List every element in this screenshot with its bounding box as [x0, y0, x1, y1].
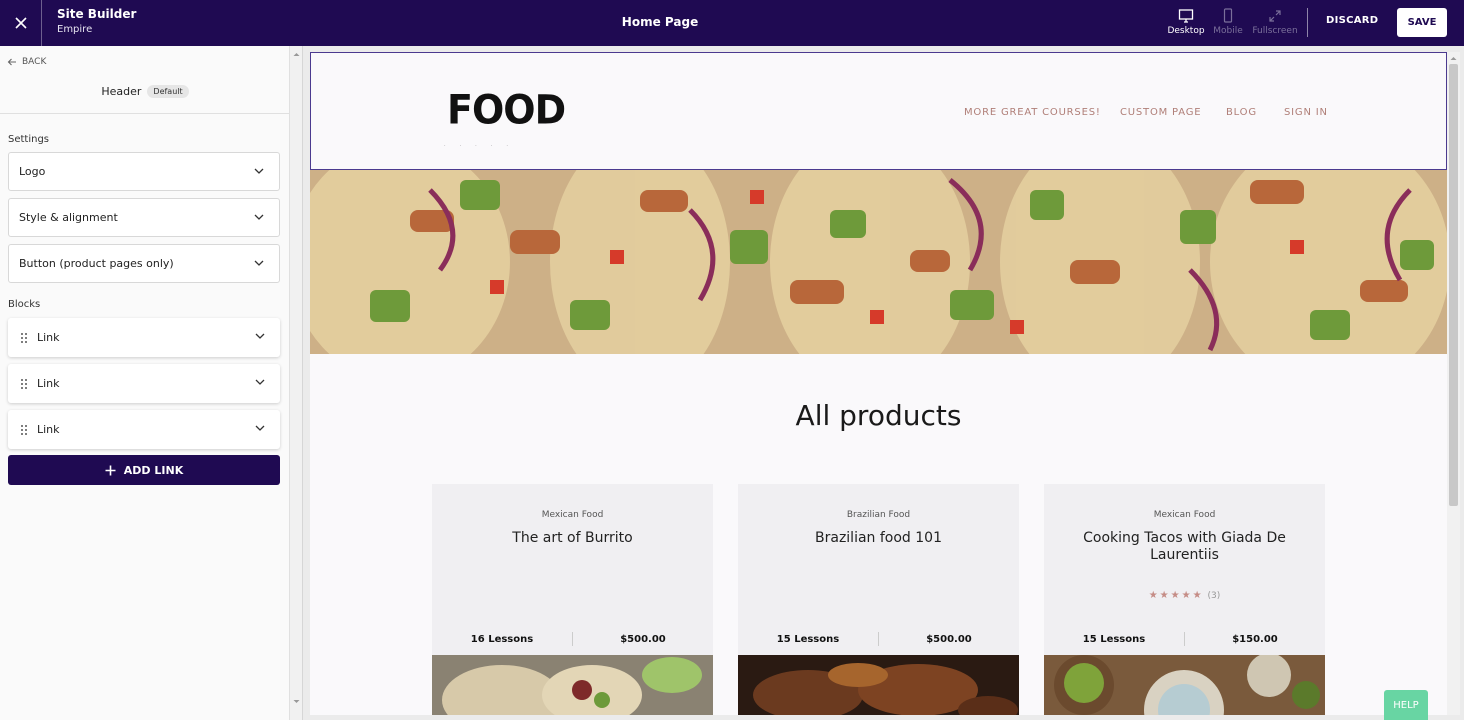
- view-fullscreen-button[interactable]: Fullscreen: [1250, 8, 1300, 36]
- chevron-down-icon: [255, 379, 265, 385]
- logo-accordion[interactable]: Logo: [8, 152, 280, 191]
- button-accordion[interactable]: Button (product pages only): [8, 244, 280, 283]
- logo-tagline-dots: ·····: [444, 143, 522, 149]
- block-label: Link: [37, 331, 60, 344]
- product-category: Mexican Food: [541, 510, 604, 520]
- rating-stars: ★★★★★ (3): [1044, 590, 1325, 601]
- scroll-down-icon[interactable]: [293, 698, 300, 705]
- view-fullscreen-label: Fullscreen: [1252, 26, 1298, 36]
- link-block[interactable]: Link: [8, 410, 280, 449]
- product-title[interactable]: Cooking Tacos with Giada De Laurentiis: [1064, 530, 1305, 564]
- link-block[interactable]: Link: [8, 318, 280, 357]
- block-label: Link: [37, 377, 60, 390]
- product-image[interactable]: [1044, 655, 1325, 715]
- scroll-up-icon[interactable]: [1450, 55, 1457, 62]
- chevron-down-icon: [254, 168, 264, 174]
- chevron-down-icon: [254, 214, 264, 220]
- drag-handle-icon[interactable]: [20, 378, 28, 390]
- topbar-divider: [1307, 8, 1308, 37]
- accordion-label: Style & alignment: [19, 211, 118, 224]
- accordion-label: Button (product pages only): [19, 257, 174, 270]
- product-title[interactable]: Brazilian food 101: [758, 530, 999, 547]
- product-price: $500.00: [620, 634, 666, 645]
- product-lessons: 15 Lessons: [1082, 634, 1146, 645]
- rating-count: (3): [1207, 591, 1221, 601]
- nav-link-custom-page[interactable]: CUSTOM PAGE: [1120, 107, 1201, 118]
- star-icons: ★★★★★: [1148, 590, 1204, 601]
- tacos-table-photo: [1044, 655, 1325, 715]
- help-button[interactable]: HELP: [1384, 690, 1428, 720]
- desktop-icon: [1178, 9, 1194, 23]
- mobile-icon: [1223, 8, 1233, 23]
- site-preview: FOOD ····· MORE GREAT COURSES! CUSTOM PA…: [310, 52, 1447, 715]
- nav-link-blog[interactable]: BLOG: [1226, 107, 1257, 118]
- sidebar-scrollbar[interactable]: [290, 46, 303, 720]
- hero-image: [310, 170, 1447, 354]
- product-card[interactable]: Brazilian Food Brazilian food 101 15 Les…: [738, 484, 1019, 715]
- view-mobile-button[interactable]: Mobile: [1203, 8, 1253, 36]
- product-category: Mexican Food: [1153, 510, 1216, 520]
- add-link-button[interactable]: ADD LINK: [8, 455, 280, 485]
- fullscreen-icon: [1269, 10, 1281, 22]
- default-badge: Default: [147, 85, 189, 98]
- back-button[interactable]: BACK: [7, 57, 46, 67]
- nav-link-more-courses[interactable]: MORE GREAT COURSES!: [964, 107, 1101, 118]
- tacos-photo: [310, 170, 1447, 354]
- nav-link-sign-in[interactable]: SIGN IN: [1284, 107, 1328, 118]
- product-title[interactable]: The art of Burrito: [452, 530, 693, 547]
- scroll-up-icon[interactable]: [293, 51, 300, 58]
- grill-photo: [738, 655, 1019, 715]
- plus-icon: [105, 465, 116, 475]
- section-title: Header: [101, 85, 142, 98]
- back-label: BACK: [22, 57, 47, 67]
- settings-label: Settings: [8, 134, 50, 145]
- chevron-down-icon: [254, 260, 264, 266]
- product-card[interactable]: Mexican Food Cooking Tacos with Giada De…: [1044, 484, 1325, 715]
- block-label: Link: [37, 423, 60, 436]
- product-lessons: 15 Lessons: [776, 634, 840, 645]
- product-image[interactable]: [738, 655, 1019, 715]
- view-mobile-label: Mobile: [1213, 26, 1243, 36]
- drag-handle-icon[interactable]: [20, 424, 28, 436]
- link-block[interactable]: Link: [8, 364, 280, 403]
- product-price: $500.00: [926, 634, 972, 645]
- site-header[interactable]: FOOD ····· MORE GREAT COURSES! CUSTOM PA…: [310, 52, 1447, 170]
- product-price: $150.00: [1232, 634, 1278, 645]
- page-title: Home Page: [621, 15, 699, 29]
- scrollbar-thumb[interactable]: [1449, 64, 1458, 506]
- section-title: All products: [795, 399, 962, 432]
- chevron-down-icon: [255, 333, 265, 339]
- save-button[interactable]: SAVE: [1397, 8, 1447, 37]
- accordion-label: Logo: [19, 165, 46, 178]
- section-header: Header Default: [0, 85, 290, 98]
- product-card[interactable]: Mexican Food The art of Burrito 16 Lesso…: [432, 484, 713, 715]
- site-logo[interactable]: FOOD: [447, 87, 566, 133]
- view-desktop-label: Desktop: [1167, 26, 1205, 36]
- burrito-photo: [432, 655, 713, 715]
- drag-handle-icon[interactable]: [20, 332, 28, 344]
- chevron-down-icon: [255, 425, 265, 431]
- product-category: Brazilian Food: [846, 510, 911, 520]
- arrow-left-icon: [7, 58, 16, 66]
- product-image[interactable]: [432, 655, 713, 715]
- add-link-label: ADD LINK: [123, 463, 184, 477]
- product-lessons: 16 Lessons: [470, 634, 534, 645]
- settings-sidebar: BACK Header Default Settings Logo Style &…: [0, 46, 290, 720]
- top-bar: Site Builder Empire Home Page Desktop Mo…: [0, 0, 1464, 46]
- blocks-label: Blocks: [8, 299, 41, 310]
- style-alignment-accordion[interactable]: Style & alignment: [8, 198, 280, 237]
- divider: [0, 113, 290, 114]
- discard-button[interactable]: DISCARD: [1326, 15, 1378, 26]
- preview-scrollbar[interactable]: [1447, 52, 1460, 715]
